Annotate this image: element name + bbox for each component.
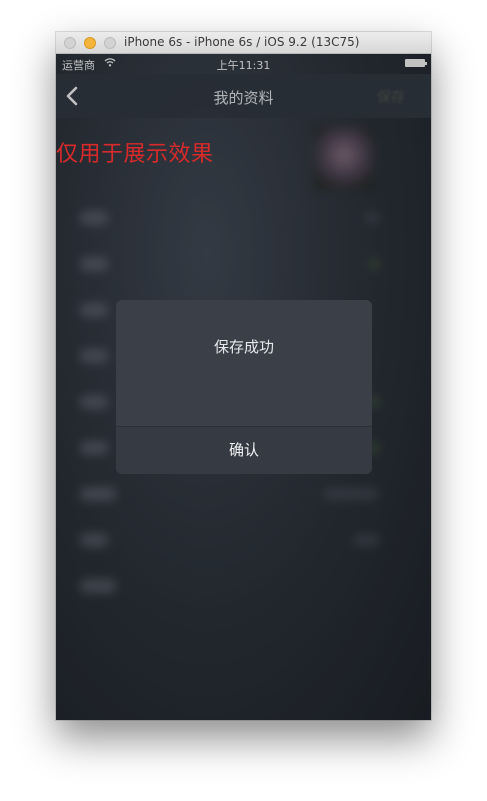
confirm-button[interactable]: 确认: [116, 427, 372, 474]
close-window-button[interactable]: [64, 37, 76, 49]
phone-screen: 运营商 上午11:31 我的资料 保存 仅用于展示效果 保存成功 确认: [56, 54, 431, 720]
window-title: iPhone 6s - iPhone 6s / iOS 9.2 (13C75): [124, 35, 360, 49]
window-titlebar: iPhone 6s - iPhone 6s / iOS 9.2 (13C75): [56, 32, 431, 54]
alert-message: 保存成功: [213, 338, 274, 356]
simulator-window: iPhone 6s - iPhone 6s / iOS 9.2 (13C75) …: [56, 32, 431, 720]
zoom-window-button[interactable]: [104, 37, 116, 49]
alert-dialog: 保存成功 确认: [116, 300, 372, 474]
demo-watermark: 仅用于展示效果: [56, 142, 214, 167]
minimize-window-button[interactable]: [84, 37, 96, 49]
